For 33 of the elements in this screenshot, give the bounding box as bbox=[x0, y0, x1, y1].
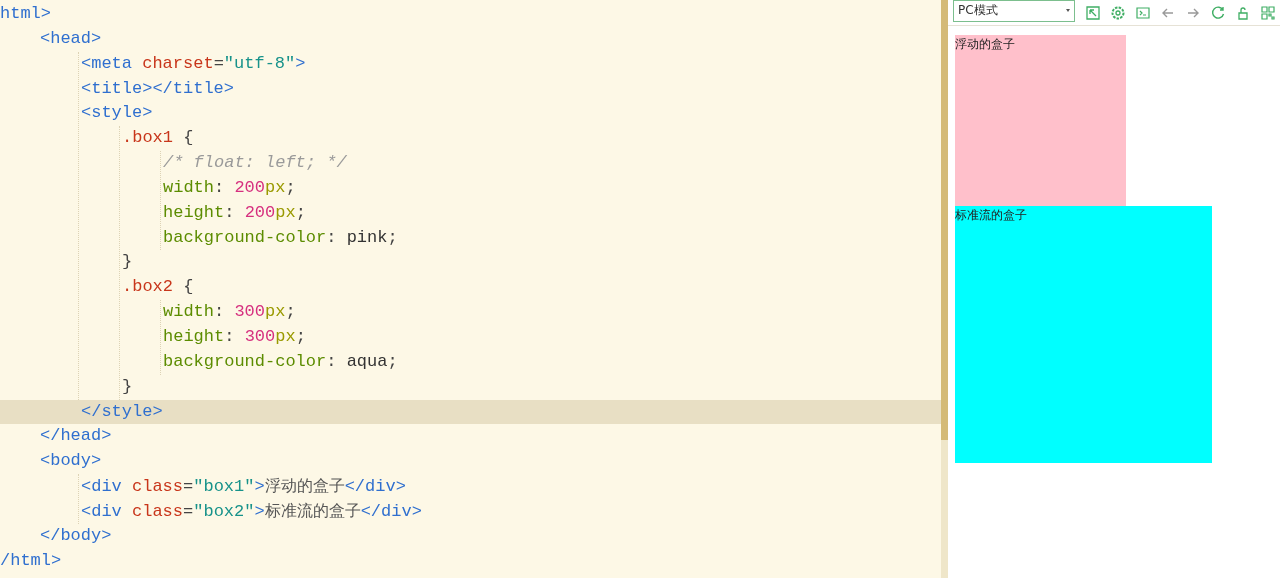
code-line: <div class="box2">标准流的盒子</div> bbox=[81, 499, 423, 523]
code-line: <title></title> bbox=[81, 77, 236, 100]
code-line: html> bbox=[0, 3, 52, 25]
code-line: height: 300px; bbox=[163, 325, 307, 348]
code-line: width: 300px; bbox=[163, 301, 297, 324]
popout-icon[interactable] bbox=[1085, 4, 1101, 21]
code-line: <div class="box1">浮动的盒子</div> bbox=[81, 475, 407, 499]
grid-icon[interactable] bbox=[1260, 4, 1276, 21]
preview-box: 浮动的盒子 bbox=[955, 35, 1126, 206]
terminal-icon[interactable] bbox=[1135, 4, 1151, 21]
code-line: .box2 { bbox=[122, 276, 195, 299]
lock-icon[interactable] bbox=[1235, 4, 1251, 21]
code-line: <meta charset="utf-8"> bbox=[81, 52, 307, 75]
code-line: /html> bbox=[0, 549, 63, 572]
code-line: background-color: aqua; bbox=[163, 350, 399, 373]
code-line: </head> bbox=[40, 425, 113, 448]
code-line: /* float: left; */ bbox=[163, 152, 348, 175]
preview-box: 标准流的盒子 bbox=[955, 206, 1212, 463]
code-line: } bbox=[122, 251, 134, 274]
scrollbar-thumb[interactable] bbox=[941, 0, 948, 440]
caret-icon bbox=[1066, 9, 1070, 12]
code-line: background-color: pink; bbox=[163, 226, 399, 249]
code-line: </body> bbox=[40, 524, 113, 547]
code-line: } bbox=[122, 375, 134, 398]
code-line: <style> bbox=[81, 102, 154, 125]
code-line: <body> bbox=[40, 450, 103, 473]
code-line: .box1 { bbox=[122, 127, 195, 150]
mode-dropdown[interactable]: PC模式 bbox=[953, 0, 1075, 22]
code-line: <head> bbox=[40, 27, 103, 50]
refresh-icon[interactable] bbox=[1210, 4, 1226, 21]
settings-icon[interactable] bbox=[1110, 4, 1126, 21]
code-line: height: 200px; bbox=[163, 201, 307, 224]
code-line: width: 200px; bbox=[163, 176, 297, 199]
